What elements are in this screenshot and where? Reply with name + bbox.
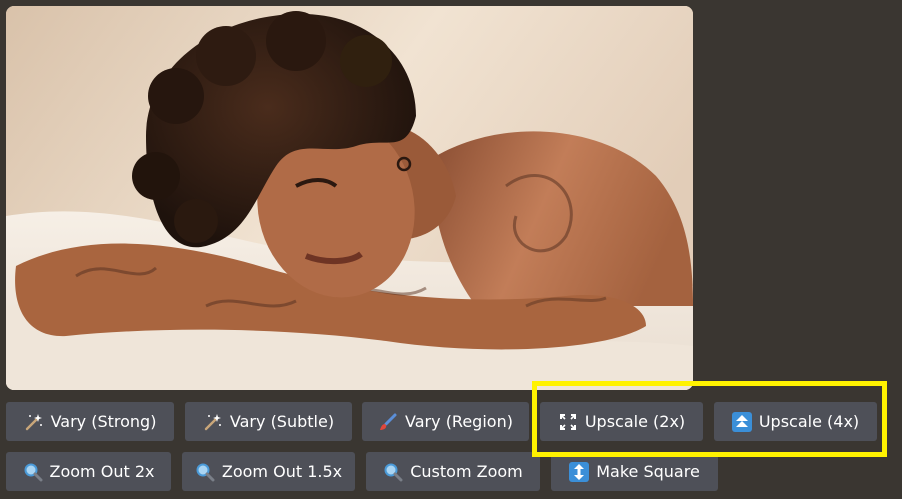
upscale-2x-label: Upscale (2x) (584, 412, 686, 431)
up-down-arrow-icon (569, 461, 590, 482)
upscale-2x-button[interactable]: Upscale (2x) (540, 402, 703, 441)
vary-subtle-button[interactable]: Vary (Subtle) (185, 402, 352, 441)
magic-wand-icon (203, 412, 223, 432)
vary-strong-label: Vary (Strong) (50, 412, 157, 431)
vary-subtle-label: Vary (Subtle) (229, 412, 335, 431)
paintbrush-icon (378, 412, 398, 432)
make-square-label: Make Square (596, 462, 700, 481)
vary-region-label: Vary (Region) (405, 412, 513, 431)
zoom-out-1-5x-button[interactable]: Zoom Out 1.5x (182, 452, 355, 491)
magnifier-icon (383, 462, 403, 482)
upscale-4x-label: Upscale (4x) (758, 412, 860, 431)
expand-corners-icon (558, 412, 578, 432)
generated-image[interactable] (6, 6, 693, 390)
magnifier-icon (23, 462, 43, 482)
up-arrows-icon (731, 411, 752, 432)
zoom-out-2x-button[interactable]: Zoom Out 2x (6, 452, 171, 491)
magic-wand-icon (24, 412, 44, 432)
vary-strong-button[interactable]: Vary (Strong) (6, 402, 174, 441)
zoom-out-1-5x-label: Zoom Out 1.5x (221, 462, 343, 481)
make-square-button[interactable]: Make Square (551, 452, 718, 491)
magnifier-icon (195, 462, 215, 482)
custom-zoom-label: Custom Zoom (410, 462, 523, 481)
custom-zoom-button[interactable]: Custom Zoom (366, 452, 540, 491)
portrait-illustration (6, 6, 693, 390)
vary-region-button[interactable]: Vary (Region) (362, 402, 529, 441)
upscale-4x-button[interactable]: Upscale (4x) (714, 402, 877, 441)
zoom-out-2x-label: Zoom Out 2x (49, 462, 155, 481)
